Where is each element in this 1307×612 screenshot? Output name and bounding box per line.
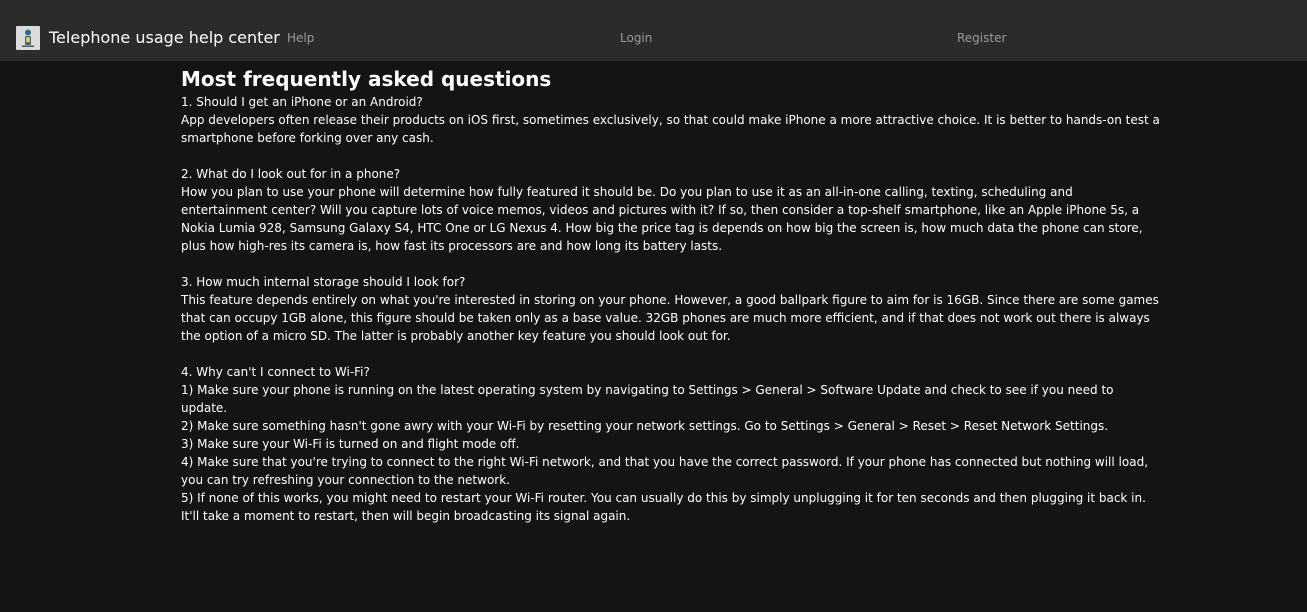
faq-item: 2. What do I look out for in a phone? Ho… [181,165,1161,255]
faq-answer: App developers often release their produ… [181,113,1160,145]
page-title: Most frequently asked questions [181,67,552,91]
faq-item: 1. Should I get an iPhone or an Android?… [181,93,1161,147]
faq-answer-step: 3) Make sure your Wi-Fi is turned on and… [181,437,520,451]
navbar: Telephone usage help center Help Login R… [0,0,1307,61]
faq-question: 3. How much internal storage should I lo… [181,275,466,289]
faq-question: 2. What do I look out for in a phone? [181,167,401,181]
faq-answer: How you plan to use your phone will dete… [181,185,1143,253]
faq-answer-step: 2) Make sure something hasn't gone awry … [181,419,1109,433]
faq-item: 4. Why can't I connect to Wi-Fi? 1) Make… [181,363,1161,525]
faq-answer-step: 5) If none of this works, you might need… [181,491,1146,523]
faq-answer-step: 4) Make sure that you're trying to conne… [181,455,1149,487]
main-content: Most frequently asked questions 1. Shoul… [181,65,1161,543]
nav-link-login[interactable]: Login [620,26,652,50]
faq-question: 1. Should I get an iPhone or an Android? [181,95,423,109]
faq-answer: This feature depends entirely on what yo… [181,293,1159,343]
faq-question: 4. Why can't I connect to Wi-Fi? [181,365,370,379]
faq-answer-step: 1) Make sure your phone is running on th… [181,383,1114,415]
nav-link-register[interactable]: Register [957,26,1006,50]
brand[interactable]: Telephone usage help center [16,26,280,50]
faq-item: 3. How much internal storage should I lo… [181,273,1161,345]
nav-link-help[interactable]: Help [287,26,314,50]
brand-title: Telephone usage help center [49,28,280,47]
phone-help-icon [16,26,40,50]
